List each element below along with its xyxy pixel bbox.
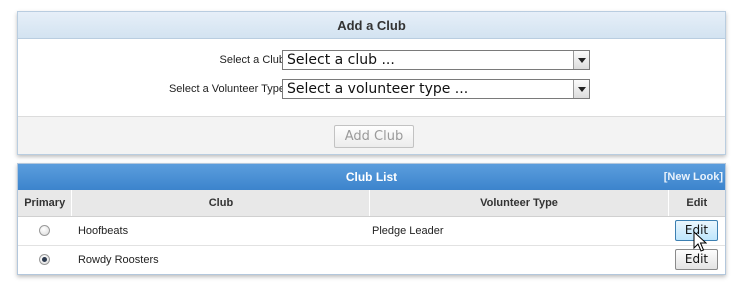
chevron-down-icon[interactable] [573,80,589,98]
add-club-panel: Add a Club Select a Club: Select a club … [17,11,726,155]
club-select-value: Select a club ... [287,52,395,68]
primary-cell [18,216,72,246]
volunteer-select-value: Select a volunteer type ... [287,81,469,97]
volunteer-select-label: Select a Volunteer Type: [168,83,288,95]
volunteer-type-cell: Pledge Leader [369,216,669,246]
primary-radio[interactable] [39,225,51,237]
add-club-button[interactable]: Add Club [334,125,414,148]
primary-radio[interactable] [39,254,51,266]
edit-button[interactable]: Edit [675,249,718,271]
club-list-panel: Club List [New Look] Primary Club Volunt… [17,163,726,275]
table-header-row: Primary Club Volunteer Type Edit [18,190,725,217]
club-select-label: Select a Club: [219,54,288,66]
table-row: Rowdy Roosters Edit [18,245,725,274]
column-header-primary[interactable]: Primary [18,190,73,217]
edit-cell: Edit [668,216,725,246]
new-look-link[interactable]: [New Look] [664,164,723,190]
column-header-volunteer-type[interactable]: Volunteer Type [369,190,669,217]
club-select-row: Select a Club: Select a club ... [18,50,725,72]
edit-cell: Edit [668,245,725,274]
volunteer-type-cell [370,245,668,274]
add-club-footer: Add Club [18,116,725,154]
column-header-edit: Edit [668,190,725,217]
club-cell: Hoofbeats [71,216,370,246]
volunteer-select-row: Select a Volunteer Type: Select a volunt… [18,79,725,101]
volunteer-type-select[interactable]: Select a volunteer type ... [282,79,590,99]
club-list-header: Club List [New Look] [18,164,725,190]
edit-button[interactable]: Edit [675,220,718,241]
primary-cell [18,245,72,274]
add-club-title: Add a Club [18,12,725,39]
club-list-title: Club List [345,170,398,184]
column-header-club[interactable]: Club [71,190,371,217]
club-cell: Rowdy Roosters [77,253,159,266]
chevron-down-icon[interactable] [573,51,589,69]
club-select[interactable]: Select a club ... [282,50,590,70]
table-row: Hoofbeats Pledge Leader Edit [18,216,725,246]
club-table: Primary Club Volunteer Type Edit Hoofbea… [18,190,725,274]
